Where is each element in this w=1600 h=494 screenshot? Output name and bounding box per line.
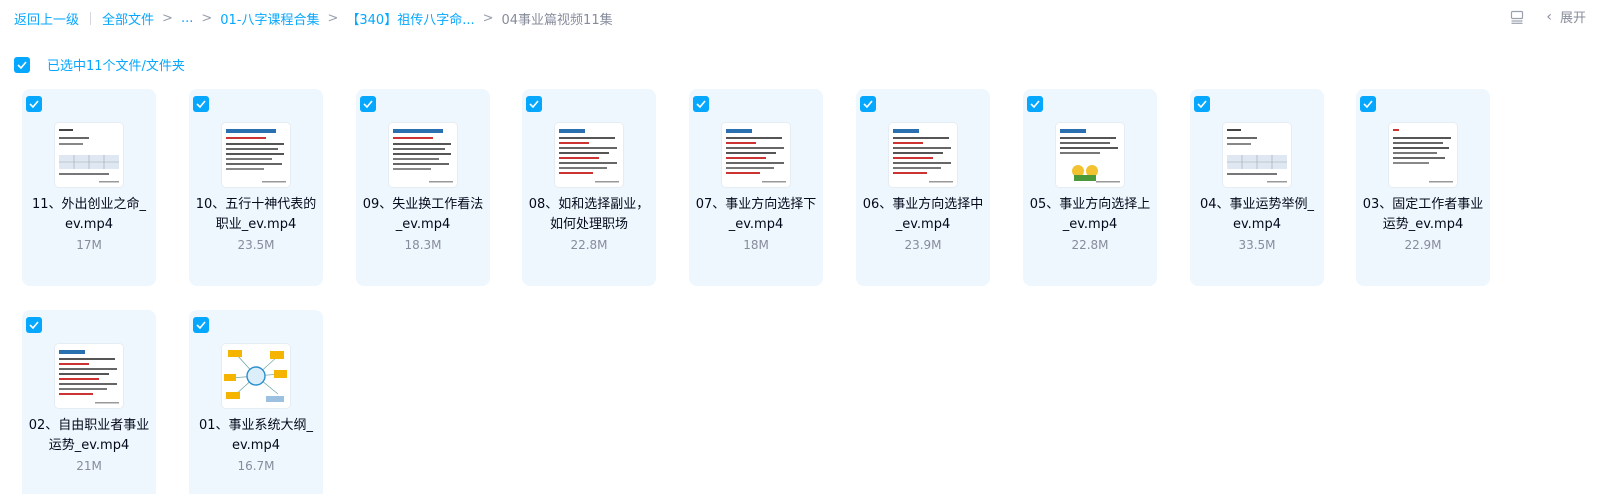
selection-count: 已选中11个文件/文件夹: [47, 59, 185, 74]
file-size: 22.8M: [570, 238, 608, 252]
file-size: 23.5M: [237, 238, 275, 252]
file-card[interactable]: 06、事业方向选择中_ev.mp4 23.9M: [856, 89, 990, 286]
video-thumbnail: [722, 123, 790, 187]
file-size: 22.8M: [1071, 238, 1109, 252]
file-size: 18.3M: [404, 238, 442, 252]
file-name: 09、失业换工作看法_ev.mp4: [362, 197, 484, 232]
file-card[interactable]: 05、事业方向选择上_ev.mp4 22.8M: [1023, 89, 1157, 286]
file-checkbox[interactable]: [193, 317, 209, 333]
back-link[interactable]: 返回上一级: [14, 9, 79, 28]
video-thumbnail: [222, 123, 290, 187]
file-card[interactable]: 08、如和选择副业，如何处理职场 22.8M: [522, 89, 656, 286]
file-name: 07、事业方向选择下_ev.mp4: [695, 197, 817, 232]
file-checkbox[interactable]: [693, 96, 709, 112]
file-size: 17M: [76, 238, 102, 252]
file-name: 11、外出创业之命_ev.mp4: [31, 197, 147, 232]
file-card[interactable]: 11、外出创业之命_ev.mp4 17M: [22, 89, 156, 286]
file-card[interactable]: 02、自由职业者事业运势_ev.mp4 21M: [22, 310, 156, 494]
file-checkbox[interactable]: [1027, 96, 1043, 112]
file-card[interactable]: 01、事业系统大纲_ev.mp4 16.7M: [189, 310, 323, 494]
file-card[interactable]: 09、失业换工作看法_ev.mp4 18.3M: [356, 89, 490, 286]
list-view-icon[interactable]: [1510, 10, 1524, 24]
video-thumbnail: [55, 123, 123, 187]
file-card[interactable]: 07、事业方向选择下_ev.mp4 18M: [689, 89, 823, 286]
video-thumbnail: [1389, 123, 1457, 187]
file-checkbox[interactable]: [26, 317, 42, 333]
video-thumbnail: [222, 344, 290, 408]
file-checkbox[interactable]: [1194, 96, 1210, 112]
expand-button[interactable]: ‹ 展开: [1546, 7, 1586, 27]
breadcrumb-course-collection[interactable]: 01-八字课程合集: [220, 9, 319, 28]
file-name: 08、如和选择副业，如何处理职场: [528, 197, 650, 232]
expand-label: 展开: [1559, 11, 1586, 26]
select-all-checkbox[interactable]: [14, 56, 30, 73]
chevron-right-icon: >: [201, 11, 213, 26]
breadcrumb-all-files[interactable]: 全部文件: [102, 9, 154, 28]
video-thumbnail: [1056, 123, 1124, 187]
file-name: 10、五行十神代表的职业_ev.mp4: [195, 197, 317, 232]
chevron-right-icon: >: [482, 11, 494, 26]
chevron-right-icon: >: [162, 11, 173, 26]
file-name: 04、事业运势举例_ev.mp4: [1199, 197, 1315, 232]
file-name: 06、事业方向选择中_ev.mp4: [862, 197, 984, 232]
file-checkbox[interactable]: [193, 96, 209, 112]
file-name: 05、事业方向选择上_ev.mp4: [1029, 197, 1151, 232]
file-checkbox[interactable]: [360, 96, 376, 112]
file-checkbox[interactable]: [860, 96, 876, 112]
video-thumbnail: [1223, 123, 1291, 187]
top-bar: 返回上一级 全部文件 > ... > 01-八字课程合集 > 【340】祖传八字…: [0, 0, 1600, 36]
file-size: 23.9M: [904, 238, 942, 252]
breadcrumb-current-folder: 04事业篇视频11集: [501, 13, 613, 28]
file-size: 22.9M: [1404, 238, 1442, 252]
file-size: 16.7M: [237, 459, 275, 473]
video-thumbnail: [889, 123, 957, 187]
file-name: 01、事业系统大纲_ev.mp4: [198, 418, 314, 453]
file-size: 33.5M: [1238, 238, 1276, 252]
file-card[interactable]: 03、固定工作者事业运势_ev.mp4 22.9M: [1356, 89, 1490, 286]
file-name: 02、自由职业者事业运势_ev.mp4: [28, 418, 150, 453]
selection-bar: 已选中11个文件/文件夹: [14, 55, 185, 74]
video-thumbnail: [55, 344, 123, 408]
divider: [90, 12, 92, 25]
file-size: 21M: [76, 459, 102, 473]
file-card[interactable]: 10、五行十神代表的职业_ev.mp4 23.5M: [189, 89, 323, 286]
file-checkbox[interactable]: [26, 96, 42, 112]
file-checkbox[interactable]: [1360, 96, 1376, 112]
file-card[interactable]: 04、事业运势举例_ev.mp4 33.5M: [1190, 89, 1324, 286]
chevron-left-icon: ‹: [1546, 8, 1552, 25]
video-thumbnail: [555, 123, 623, 187]
chevron-right-icon: >: [327, 11, 339, 26]
file-size: 18M: [743, 238, 769, 252]
file-checkbox[interactable]: [526, 96, 542, 112]
breadcrumb: 返回上一级 全部文件 > ... > 01-八字课程合集 > 【340】祖传八字…: [14, 9, 613, 28]
breadcrumb-course[interactable]: 【340】祖传八字命...: [346, 9, 474, 28]
breadcrumb-ellipsis[interactable]: ...: [181, 11, 193, 26]
view-tools: ‹ 展开: [1510, 7, 1586, 26]
video-thumbnail: [389, 123, 457, 187]
file-name: 03、固定工作者事业运势_ev.mp4: [1362, 197, 1484, 232]
